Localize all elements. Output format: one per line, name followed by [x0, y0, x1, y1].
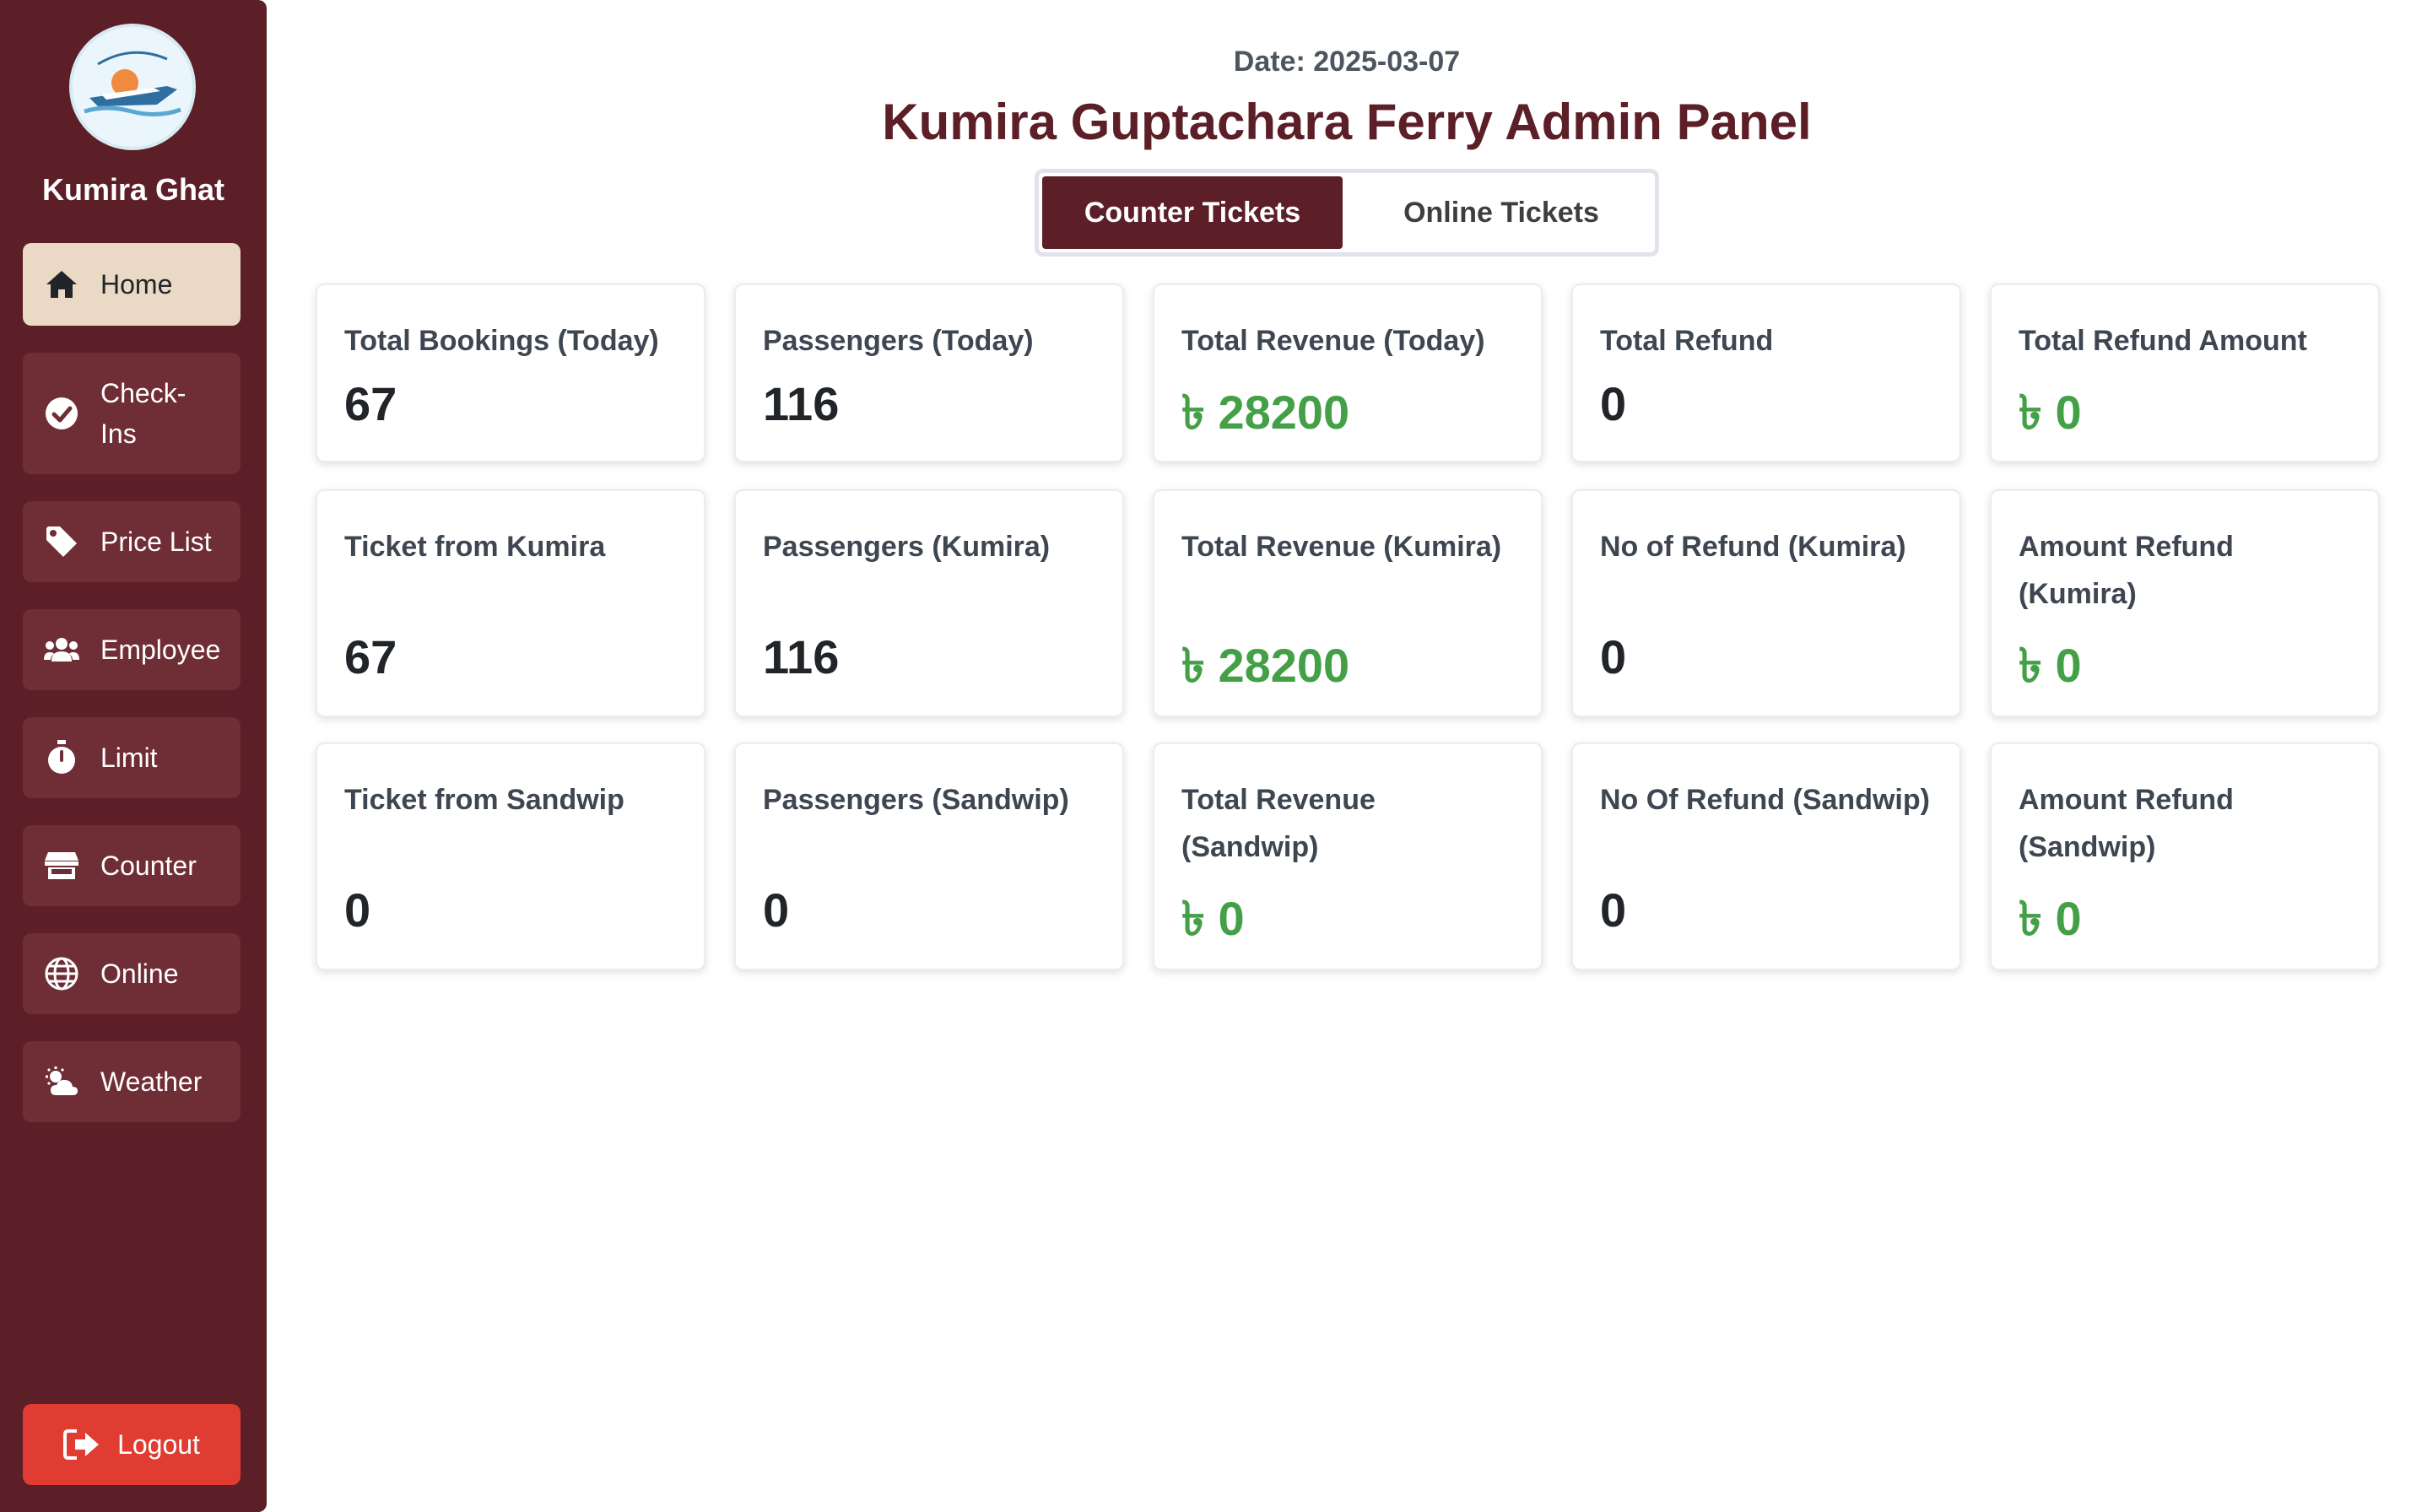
stat-label: Passengers (Sandwip) — [763, 784, 1069, 816]
stat-card-ticket-sandwip: Ticket from Sandwip 0 — [316, 742, 705, 970]
stat-card-passengers-today: Passengers (Today) 116 — [734, 284, 1124, 462]
stat-label: Passengers (Today) — [763, 325, 1034, 357]
sidebar-item-label: Online — [100, 958, 179, 989]
stat-label: Total Refund — [1600, 325, 1774, 357]
stat-label: Ticket from Kumira — [344, 531, 606, 563]
stat-label: No Of Refund (Sandwip) — [1600, 784, 1930, 816]
sidebar-item-label: Weather — [100, 1066, 203, 1097]
stat-value: 67 — [344, 377, 397, 430]
home-icon — [43, 266, 80, 303]
stat-value: 0 — [1600, 630, 1627, 683]
stat-card-passengers-kumira: Passengers (Kumira) 116 — [734, 489, 1124, 717]
stat-value: ৳ 28200 — [1181, 639, 1350, 692]
sidebar-item-online[interactable]: Online — [23, 933, 241, 1014]
stat-card-refund-count-sandwip: No Of Refund (Sandwip) 0 — [1571, 742, 1961, 970]
stat-card-total-bookings: Total Bookings (Today) 67 — [316, 284, 705, 462]
stat-card-total-refund-amount: Total Refund Amount ৳ 0 — [1990, 284, 2380, 462]
stat-card-refund-amount-kumira: Amount Refund (Kumira) ৳ 0 — [1990, 489, 2380, 717]
stat-card-total-refund: Total Refund 0 — [1571, 284, 1961, 462]
users-icon — [43, 631, 80, 668]
globe-icon — [43, 955, 80, 992]
sidebar-item-home[interactable]: Home — [23, 243, 241, 326]
stat-value: 67 — [344, 630, 397, 683]
ticket-tabs: Counter Tickets Online Tickets — [1035, 169, 1659, 256]
stat-label: Total Revenue (Today) — [1181, 325, 1485, 357]
stat-value: ৳ 28200 — [1181, 386, 1350, 439]
stat-card-total-revenue-today: Total Revenue (Today) ৳ 28200 — [1153, 284, 1543, 462]
stat-value: ৳ 0 — [1181, 892, 1245, 945]
logout-label: Logout — [117, 1428, 200, 1460]
stopwatch-icon — [43, 739, 80, 776]
ferry-logo — [69, 24, 196, 150]
stat-label: Total Bookings (Today) — [344, 325, 659, 357]
stat-label: Total Revenue (Sandwip) — [1181, 784, 1376, 863]
stat-label: Ticket from Sandwip — [344, 784, 624, 816]
stat-value: 0 — [1600, 377, 1627, 430]
sidebar-item-label: Employee — [100, 634, 221, 665]
stat-value: 0 — [344, 883, 371, 937]
sidebar-item-weather[interactable]: Weather — [23, 1041, 241, 1122]
stat-label: No of Refund (Kumira) — [1600, 531, 1906, 563]
stat-card-revenue-sandwip: Total Revenue (Sandwip) ৳ 0 — [1153, 742, 1543, 970]
stat-value: 116 — [763, 630, 840, 683]
store-icon — [43, 847, 80, 884]
tab-counter-tickets[interactable]: Counter Tickets — [1042, 176, 1343, 249]
stat-value: ৳ 0 — [2019, 386, 2082, 439]
cloud-sun-icon — [43, 1063, 80, 1100]
stat-label: Total Refund Amount — [2019, 325, 2307, 357]
stat-value: ৳ 0 — [2019, 639, 2082, 692]
sidebar-item-limit[interactable]: Limit — [23, 717, 241, 798]
tag-icon — [43, 523, 80, 560]
stat-label: Passengers (Kumira) — [763, 531, 1051, 563]
sidebar-item-label: Price List — [100, 526, 212, 557]
stat-card-passengers-sandwip: Passengers (Sandwip) 0 — [734, 742, 1124, 970]
stat-value: 0 — [763, 883, 790, 937]
page-title: Kumira Guptachara Ferry Admin Panel — [882, 94, 1812, 150]
sidebar-item-price-list[interactable]: Price List — [23, 501, 241, 582]
sidebar: Kumira Ghat Home Check- Ins Price List E… — [0, 0, 267, 1512]
sidebar-item-label: Home — [100, 269, 173, 300]
sidebar-item-label: Counter — [100, 850, 197, 881]
sidebar-item-check-ins[interactable]: Check- Ins — [23, 353, 241, 474]
admin-app: Kumira Ghat Home Check- Ins Price List E… — [0, 0, 2427, 1512]
stat-value: ৳ 0 — [2019, 892, 2082, 945]
logout-button[interactable]: Logout — [23, 1404, 241, 1485]
sidebar-item-employee[interactable]: Employee — [23, 609, 241, 690]
logout-icon — [63, 1426, 100, 1463]
stat-value: 116 — [763, 377, 840, 430]
stat-label: Total Revenue (Kumira) — [1181, 531, 1502, 563]
check-circle-icon — [43, 395, 80, 432]
stat-label: Amount Refund (Sandwip) — [2019, 784, 2234, 863]
stat-value: 0 — [1600, 883, 1627, 937]
sidebar-item-label: Check- Ins — [100, 378, 186, 449]
current-date: Date: 2025-03-07 — [1233, 46, 1461, 78]
stat-label: Amount Refund (Kumira) — [2019, 531, 2234, 610]
stat-card-revenue-kumira: Total Revenue (Kumira) ৳ 28200 — [1153, 489, 1543, 717]
brand-name: Kumira Ghat — [41, 172, 225, 207]
tab-online-tickets[interactable]: Online Tickets — [1351, 176, 1651, 249]
stat-card-ticket-kumira: Ticket from Kumira 67 — [316, 489, 705, 717]
stat-card-refund-count-kumira: No of Refund (Kumira) 0 — [1571, 489, 1961, 717]
sidebar-item-label: Limit — [100, 742, 158, 773]
stat-card-refund-amount-sandwip: Amount Refund (Sandwip) ৳ 0 — [1990, 742, 2380, 970]
sidebar-item-counter[interactable]: Counter — [23, 825, 241, 906]
